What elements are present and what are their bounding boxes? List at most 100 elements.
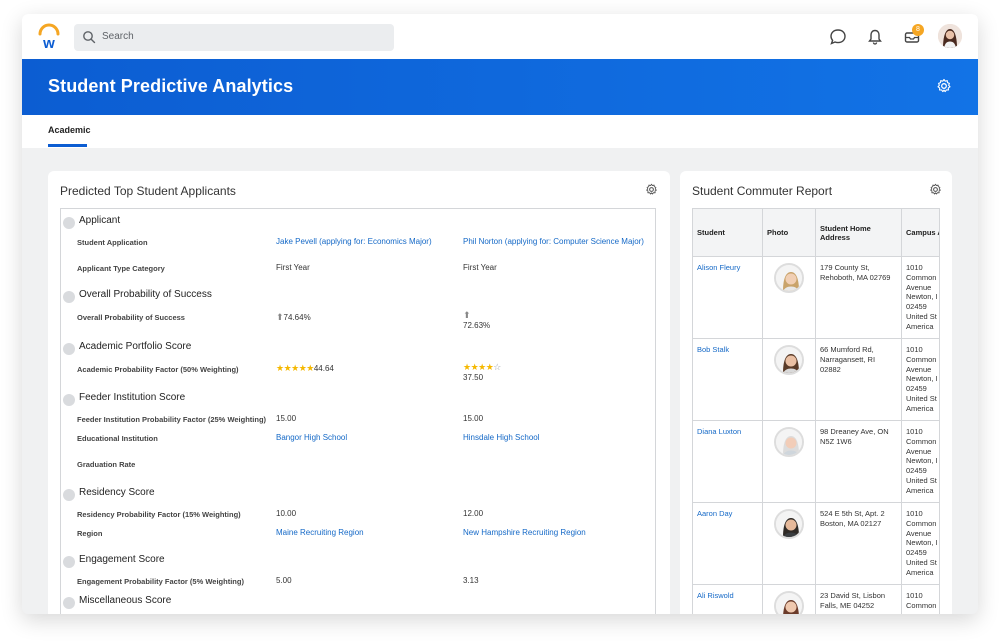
column-header[interactable]: Student Home Address	[816, 209, 902, 257]
column-header[interactable]: Photo	[763, 209, 816, 257]
home-address: 98 Dreaney Ave, ON N5Z 1W6	[816, 421, 902, 503]
applicant-2-engagement: 3.13	[463, 576, 479, 585]
commuter-card: Student Commuter Report Student Photo St…	[680, 171, 952, 614]
row-label: Student Application	[77, 238, 148, 247]
workday-logo[interactable]: w	[36, 23, 62, 51]
column-header[interactable]: Campus A	[902, 209, 939, 257]
collapse-toggle[interactable]	[63, 597, 75, 609]
collapse-toggle[interactable]	[63, 394, 75, 406]
student-photo[interactable]	[774, 509, 804, 539]
inbox-badge: 8	[912, 24, 924, 36]
campus-address-line: Common	[906, 518, 937, 528]
campus-address-line: United St	[906, 311, 937, 321]
student-photo[interactable]	[774, 427, 804, 457]
commuter-card-title: Student Commuter Report	[692, 184, 833, 198]
search-placeholder: Search	[102, 31, 134, 42]
section-heading: Feeder Institution Score	[79, 392, 186, 403]
campus-address-line: 02459	[906, 466, 927, 475]
gear-icon[interactable]	[929, 183, 942, 196]
student-name-link[interactable]: Alison Fleury	[693, 257, 763, 339]
star-empty-icon: ☆	[493, 362, 502, 372]
applicant-2-academic: ★★★★☆ 37.50	[463, 362, 501, 382]
campus-address: 1010 Common	[902, 585, 939, 614]
chat-icon[interactable]	[828, 27, 848, 47]
collapse-toggle[interactable]	[63, 489, 75, 501]
collapse-toggle[interactable]	[63, 217, 75, 229]
campus-address-line: United St	[906, 393, 937, 403]
applicant-1-academic-value: 44.64	[313, 364, 334, 373]
applicant-2-overall-value: 72.63%	[463, 321, 491, 330]
star-rating-icon: ★★★★	[463, 362, 494, 372]
table-row: Ali Riswold 23 David St, Lisbon Falls, ME…	[693, 585, 939, 614]
campus-address-line: 1010	[906, 345, 923, 354]
collapse-toggle[interactable]	[63, 343, 75, 355]
applicant-1-institution-link[interactable]: Bangor High School	[276, 433, 347, 442]
search-input[interactable]: Search	[74, 24, 394, 51]
column-header[interactable]: Student	[693, 209, 763, 257]
campus-address-line: Avenue	[906, 282, 932, 292]
top-nav: w Search 8	[22, 14, 978, 59]
active-tab-indicator	[48, 144, 87, 147]
applicant-1-type: First Year	[276, 263, 310, 272]
student-photo-icon	[776, 511, 802, 537]
arrow-up-icon: ⬆	[463, 310, 471, 320]
student-photo-icon	[776, 265, 802, 291]
applicant-2-application-link[interactable]: Phil Norton (applying for: Computer Scie…	[463, 237, 644, 246]
campus-address-line: Common	[906, 436, 937, 446]
home-address: 23 David St, Lisbon Falls, ME 04252	[816, 585, 902, 614]
photo-cell	[763, 339, 816, 421]
page-header: Student Predictive Analytics	[22, 59, 978, 115]
campus-address-line: America	[906, 403, 934, 413]
home-address: 66 Mumford Rd, Narragansett, RI 02882	[816, 339, 902, 421]
campus-address-line: America	[906, 321, 934, 331]
student-photo[interactable]	[774, 345, 804, 375]
tab-academic[interactable]: Academic	[48, 125, 91, 135]
bell-icon[interactable]	[865, 27, 885, 47]
app-frame: w Search 8 Student Predictive Analytics …	[22, 14, 978, 614]
applicant-1-residency: 10.00	[276, 509, 297, 518]
campus-address-line: 1010	[906, 427, 923, 436]
student-photo[interactable]	[774, 591, 804, 614]
table-row: Alison Fleury 179 County St, Rehoboth, MA…	[693, 257, 939, 339]
student-name-link[interactable]: Ali Riswold	[693, 585, 763, 614]
campus-address-line: Avenue	[906, 364, 932, 374]
applicants-card-title: Predicted Top Student Applicants	[60, 184, 236, 198]
row-label: Graduation Rate	[77, 460, 136, 469]
table-row: Bob Stalk 66 Mumford Rd, Narragansett, RI…	[693, 339, 939, 421]
campus-address-line: Newton, I	[906, 538, 938, 548]
student-photo-icon	[776, 593, 802, 614]
collapse-toggle[interactable]	[63, 291, 75, 303]
campus-address: 1010 Common Avenue Newton, I 02459 United St A…	[902, 257, 939, 339]
collapse-toggle[interactable]	[63, 556, 75, 568]
campus-address-line: United St	[906, 475, 937, 485]
student-photo-icon	[776, 347, 802, 373]
student-name-link[interactable]: Diana Luxton	[693, 421, 763, 503]
row-label: Feeder Institution Probability Factor (2…	[77, 415, 267, 424]
row-label: Academic Probability Factor (50% Weighti…	[77, 365, 239, 374]
user-avatar[interactable]	[938, 24, 962, 48]
gear-icon[interactable]	[645, 183, 658, 196]
applicant-comparison-grid: Applicant Student Application Jake Pevel…	[60, 208, 656, 614]
student-name-link[interactable]: Aaron Day	[693, 503, 763, 585]
student-name-link[interactable]: Bob Stalk	[693, 339, 763, 421]
campus-address-line: 02459	[906, 302, 927, 311]
section-heading: Applicant	[79, 215, 121, 226]
campus-address-line: Avenue	[906, 528, 932, 538]
gear-icon[interactable]	[936, 78, 952, 94]
applicant-2-academic-value: 37.50	[463, 373, 484, 382]
campus-address-line: Newton, I	[906, 456, 938, 466]
photo-cell	[763, 257, 816, 339]
table-header-row: Student Photo Student Home Address Campu…	[693, 209, 939, 257]
campus-address-line: 02459	[906, 548, 927, 557]
applicant-1-application-link[interactable]: Jake Pevell (applying for: Economics Maj…	[276, 237, 432, 246]
campus-address-line: Newton, I	[906, 292, 938, 302]
student-photo[interactable]	[774, 263, 804, 293]
campus-address-line: Common	[906, 354, 937, 364]
row-label: Educational Institution	[77, 434, 158, 443]
campus-address: 1010 Common Avenue Newton, I 02459 United St A…	[902, 339, 939, 421]
campus-address-line: America	[906, 485, 934, 495]
campus-address-line: 1010	[906, 591, 923, 600]
applicant-2-region-link[interactable]: New Hampshire Recruiting Region	[463, 528, 586, 537]
applicant-2-institution-link[interactable]: Hinsdale High School	[463, 433, 540, 442]
applicant-1-region-link[interactable]: Maine Recruiting Region	[276, 528, 364, 537]
